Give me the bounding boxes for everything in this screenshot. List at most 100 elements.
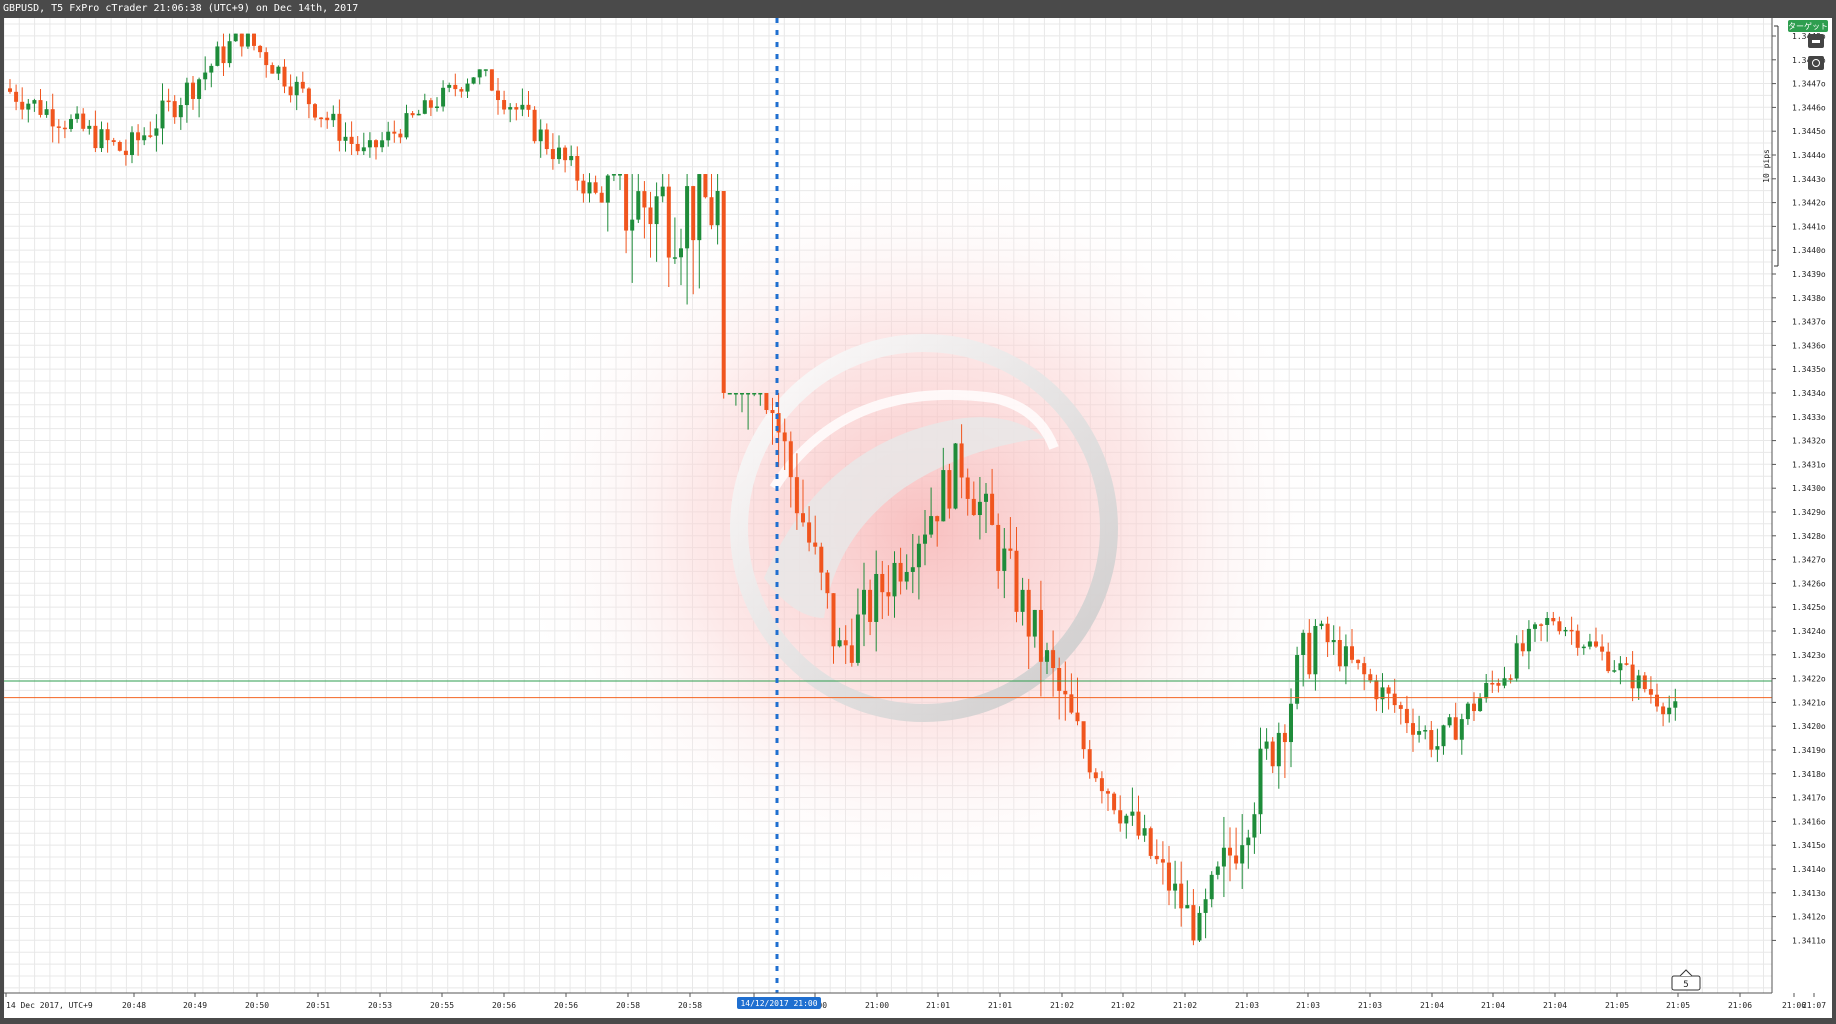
x-tick-label: 20:55 <box>430 1001 454 1010</box>
x-tick-label: 20:56 <box>554 1001 578 1010</box>
candle <box>184 77 189 123</box>
candle <box>313 103 317 121</box>
y-tick-label: 1.3428o <box>1792 532 1826 541</box>
crosshair-time-text: 14/12/2017 21:00 <box>740 999 817 1008</box>
price-axis[interactable]: 10 pips 1.3411o 1.3412o 1.3413o 1.3414o 1.34… <box>1762 18 1832 993</box>
candle <box>99 121 104 152</box>
candle <box>483 69 488 77</box>
candle <box>1203 888 1208 939</box>
y-tick-label: 1.3437o <box>1792 318 1826 327</box>
candle <box>1551 611 1556 626</box>
candle <box>264 47 269 78</box>
y-tick-label: 1.3438o <box>1792 294 1826 303</box>
candle <box>288 74 293 103</box>
candle <box>62 120 67 139</box>
candle <box>215 41 220 67</box>
logo-watermark-icon <box>504 158 1344 898</box>
candle <box>154 114 159 152</box>
x-tick-label: 20:49 <box>183 1001 207 1010</box>
candle <box>1313 619 1318 691</box>
crosshair-time-label: 14/12/2017 21:00 <box>737 997 821 1009</box>
candle <box>1154 839 1159 865</box>
candle <box>349 121 354 155</box>
candle <box>410 110 415 118</box>
candle <box>1667 695 1672 723</box>
candle <box>343 122 348 152</box>
candle <box>1636 669 1641 700</box>
candle <box>1569 616 1574 645</box>
x-tick-label: 21:07 <box>1802 1001 1826 1010</box>
candle <box>1404 695 1409 734</box>
y-tick-label: 1.3422o <box>1792 675 1826 684</box>
candle <box>239 33 244 57</box>
y-tick-label: 1.3439o <box>1792 270 1826 279</box>
y-tick-label: 1.3447o <box>1792 80 1826 89</box>
x-tick-label: 21:06 <box>1728 1001 1752 1010</box>
time-axis[interactable]: 14 Dec 2017, UTC+9 20:48 20:49 20:50 20:51 20… <box>4 992 1832 1018</box>
candle <box>136 124 141 156</box>
candle <box>319 117 324 128</box>
y-tick-label: 1.3441o <box>1792 222 1826 231</box>
candle <box>1234 827 1239 870</box>
x-tick-label: 21:00 <box>865 1001 889 1010</box>
candle <box>148 121 153 139</box>
x-tick-label: 21:02 <box>1173 1001 1197 1010</box>
x-tick-label: 21:02 <box>1050 1001 1074 1010</box>
candle <box>1490 670 1495 693</box>
candle <box>44 101 49 118</box>
candle <box>130 126 134 164</box>
y-tick-label: 1.3425o <box>1792 603 1826 612</box>
candle <box>221 33 226 77</box>
zoom-label: 5 <box>1683 980 1688 990</box>
candle <box>197 77 202 118</box>
candle <box>404 104 409 140</box>
y-tick-label: 1.3414o <box>1792 865 1826 874</box>
candlestick-chart[interactable]: 1.342191.34212 10 pips 1.3411o1.3412o1.3… <box>4 18 1832 1018</box>
candle <box>1624 656 1629 666</box>
x-tick-label: 21:04 <box>1543 1001 1567 1010</box>
candle <box>233 33 238 42</box>
candle <box>636 174 641 224</box>
camera-icon[interactable] <box>1808 56 1824 70</box>
candle <box>203 56 208 91</box>
x-tick-label: 21:03 <box>1296 1001 1320 1010</box>
y-tick-label: 1.3411o <box>1792 936 1826 945</box>
candle <box>1581 644 1586 655</box>
candle <box>166 88 171 112</box>
zoom-indicator[interactable]: 5 <box>1671 969 1701 991</box>
candle <box>227 33 232 68</box>
candle <box>1246 829 1251 869</box>
title-bar: GBPUSD, T5 FxPro cTrader 21:06:38 (UTC+9… <box>0 0 1836 18</box>
candle <box>1221 816 1226 898</box>
candle <box>1191 889 1196 946</box>
y-tick-label: 1.3427o <box>1792 556 1826 565</box>
y-tick-label: 1.3444o <box>1792 151 1826 160</box>
target-label: ターゲット <box>1788 21 1828 31</box>
candle <box>1514 635 1519 682</box>
candle <box>526 91 531 117</box>
y-tick-label: 1.3445o <box>1792 127 1826 136</box>
candle <box>1160 841 1165 885</box>
candle <box>374 139 378 160</box>
candle <box>1173 860 1178 909</box>
candle <box>75 106 80 123</box>
candle <box>93 110 98 153</box>
candle <box>435 97 439 112</box>
chart-window: GBPUSD, T5 FxPro cTrader 21:06:38 (UTC+9… <box>0 0 1836 1024</box>
x-tick-label: 21:01 <box>988 1001 1012 1010</box>
candle <box>624 174 629 254</box>
candle <box>380 132 385 153</box>
chart-area[interactable]: 1.342191.34212 10 pips 1.3411o1.3412o1.3… <box>4 18 1832 1018</box>
candle <box>111 137 116 146</box>
y-tick-label: 1.3412o <box>1792 913 1826 922</box>
y-tick-label: 1.3442o <box>1792 199 1826 208</box>
candle <box>618 174 622 190</box>
candle <box>69 114 73 132</box>
y-tick-label: 1.3435o <box>1792 365 1826 374</box>
candle <box>38 89 43 118</box>
candle <box>87 120 92 135</box>
y-tick-label: 1.3420o <box>1792 722 1826 731</box>
candle <box>1398 701 1403 725</box>
candle <box>1215 861 1220 880</box>
y-tick-label: 1.3432o <box>1792 437 1826 446</box>
